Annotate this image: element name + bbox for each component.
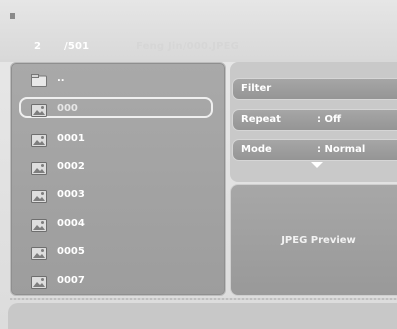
list-item[interactable]: 0002 xyxy=(21,157,211,179)
mode-value: : Normal xyxy=(317,144,366,155)
divider xyxy=(10,298,397,300)
repeat-option[interactable]: Repeat : Off xyxy=(232,109,397,131)
image-file-icon xyxy=(31,188,47,203)
file-label: 0004 xyxy=(57,218,85,229)
mode-label: Mode xyxy=(241,144,272,155)
chevron-down-icon[interactable] xyxy=(311,162,323,168)
folder-icon xyxy=(31,72,47,87)
file-label: 0003 xyxy=(57,189,85,200)
list-item[interactable]: 0003 xyxy=(21,185,211,207)
image-file-icon xyxy=(31,132,47,147)
filter-label: Filter xyxy=(241,83,272,94)
list-item[interactable]: 0004 xyxy=(21,214,211,236)
file-label: 000 xyxy=(57,103,78,114)
file-label: 0007 xyxy=(57,275,85,286)
status-bar: 2 /501 Feng Jin/000.JPEG xyxy=(0,0,397,62)
current-file-path: Feng Jin/000.JPEG xyxy=(136,41,240,52)
file-list[interactable]: .. 000 0001 0002 0003 0004 0005 0007 xyxy=(10,62,226,296)
mode-option[interactable]: Mode : Normal xyxy=(232,139,397,161)
status-indicator-icon xyxy=(10,13,15,19)
file-label: 0005 xyxy=(57,246,85,257)
file-label: 0001 xyxy=(57,133,85,144)
image-file-icon xyxy=(31,160,47,175)
list-item-parent-folder[interactable]: .. xyxy=(21,69,211,91)
list-item[interactable]: 0005 xyxy=(21,242,211,264)
bottom-bar xyxy=(8,303,397,329)
file-label: .. xyxy=(57,73,65,84)
current-file-index: 2 xyxy=(34,41,42,52)
filter-option[interactable]: Filter xyxy=(232,78,397,100)
image-file-icon xyxy=(31,245,47,260)
jpeg-preview-pane: JPEG Preview xyxy=(230,184,397,296)
list-item-selected[interactable]: 000 xyxy=(19,97,213,118)
image-file-icon xyxy=(31,217,47,232)
list-item[interactable]: 0007 xyxy=(21,271,211,293)
repeat-value: : Off xyxy=(317,114,342,125)
image-file-icon xyxy=(31,102,47,117)
file-label: 0002 xyxy=(57,161,85,172)
image-file-icon xyxy=(31,274,47,289)
screen: 2 /501 Feng Jin/000.JPEG .. 000 0001 000… xyxy=(0,0,397,329)
preview-label: JPEG Preview xyxy=(281,235,356,246)
list-item[interactable]: 0001 xyxy=(21,129,211,151)
repeat-label: Repeat xyxy=(241,114,281,125)
total-file-count: /501 xyxy=(64,41,90,52)
